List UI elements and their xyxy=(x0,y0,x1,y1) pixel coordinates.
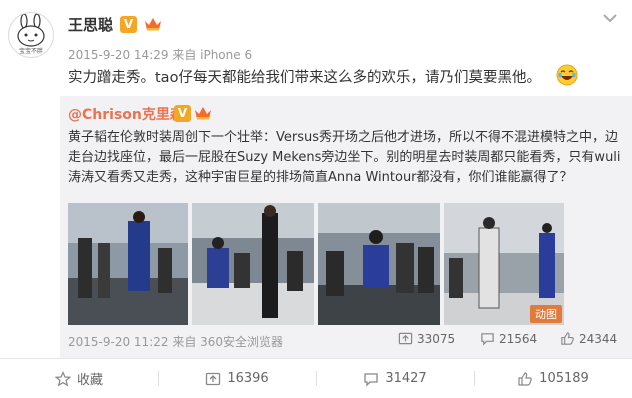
like-count: 105189 xyxy=(539,371,589,386)
repost-text: 黄子韬在伦敦时装周创下一个壮举：Versus秀开场之后他才进场，所以不得不混进模… xyxy=(68,130,621,185)
gif-thumbnail[interactable]: 动图 xyxy=(444,203,564,325)
repost-comment-count[interactable]: 21564 xyxy=(480,331,537,346)
post-username[interactable]: 王思聪 xyxy=(68,14,113,35)
comment-button[interactable]: 31427 xyxy=(316,359,474,398)
repost-like-count[interactable]: 24344 xyxy=(560,331,617,346)
comment-count: 31427 xyxy=(385,371,427,386)
repost-vip-crown-icon xyxy=(195,107,211,120)
repost-card[interactable]: @Chrison克里森 V 黄子韬在伦敦时装周创下一个壮举：Versus秀开场之… xyxy=(60,96,632,358)
repost-count: 16396 xyxy=(227,371,269,386)
repost-meta: 2015-9-20 11:22 来自 360安全浏览器 xyxy=(68,335,284,349)
comment-icon xyxy=(481,333,494,346)
avatar-caption: 宝宝不胖 xyxy=(18,48,43,55)
gif-badge: 动图 xyxy=(530,305,562,323)
repost-repost-value: 33075 xyxy=(417,331,456,346)
chevron-down-icon[interactable] xyxy=(602,12,618,24)
post-text: 实力蹭走秀。tao仔每天都能给我们带来这么多的欢乐，请乃们莫要黑他。 xyxy=(68,70,541,86)
share-icon xyxy=(206,372,221,385)
repost-username[interactable]: @Chrison克里森 xyxy=(68,104,184,124)
repost-repost-count[interactable]: 33075 xyxy=(398,331,455,346)
photo-runway-1-icon xyxy=(68,203,188,325)
repost-verified-badge-icon: V xyxy=(174,105,191,122)
photo-thumbnail-3[interactable] xyxy=(318,203,440,325)
photo-thumbnail-1[interactable] xyxy=(68,203,188,325)
photo-thumbnail-2[interactable] xyxy=(192,203,314,325)
action-bar: 收藏 16396 31427 105189 xyxy=(0,359,632,398)
avatar[interactable]: 宝宝不胖 xyxy=(8,12,54,58)
thumbs-up-icon xyxy=(561,332,574,345)
post-meta: 2015-9-20 14:29 来自 iPhone 6 xyxy=(68,48,253,62)
like-button[interactable]: 105189 xyxy=(474,359,632,398)
favorite-label: 收藏 xyxy=(76,373,103,388)
vip-crown-icon xyxy=(145,18,161,31)
like-thumb-icon xyxy=(518,371,532,386)
photo-runway-3-icon xyxy=(318,203,440,325)
comment-bubble-icon xyxy=(364,372,378,387)
star-icon xyxy=(54,370,71,386)
photo-runway-2-icon xyxy=(192,203,314,325)
verified-badge-icon: V xyxy=(120,16,137,33)
repost-comment-value: 21564 xyxy=(499,331,538,346)
laugh-emoji-icon xyxy=(556,64,578,86)
repost-button[interactable]: 16396 xyxy=(158,359,316,398)
repost-icon xyxy=(398,332,413,345)
repost-like-value: 24344 xyxy=(579,331,618,346)
favorite-button[interactable]: 收藏 xyxy=(0,359,158,398)
